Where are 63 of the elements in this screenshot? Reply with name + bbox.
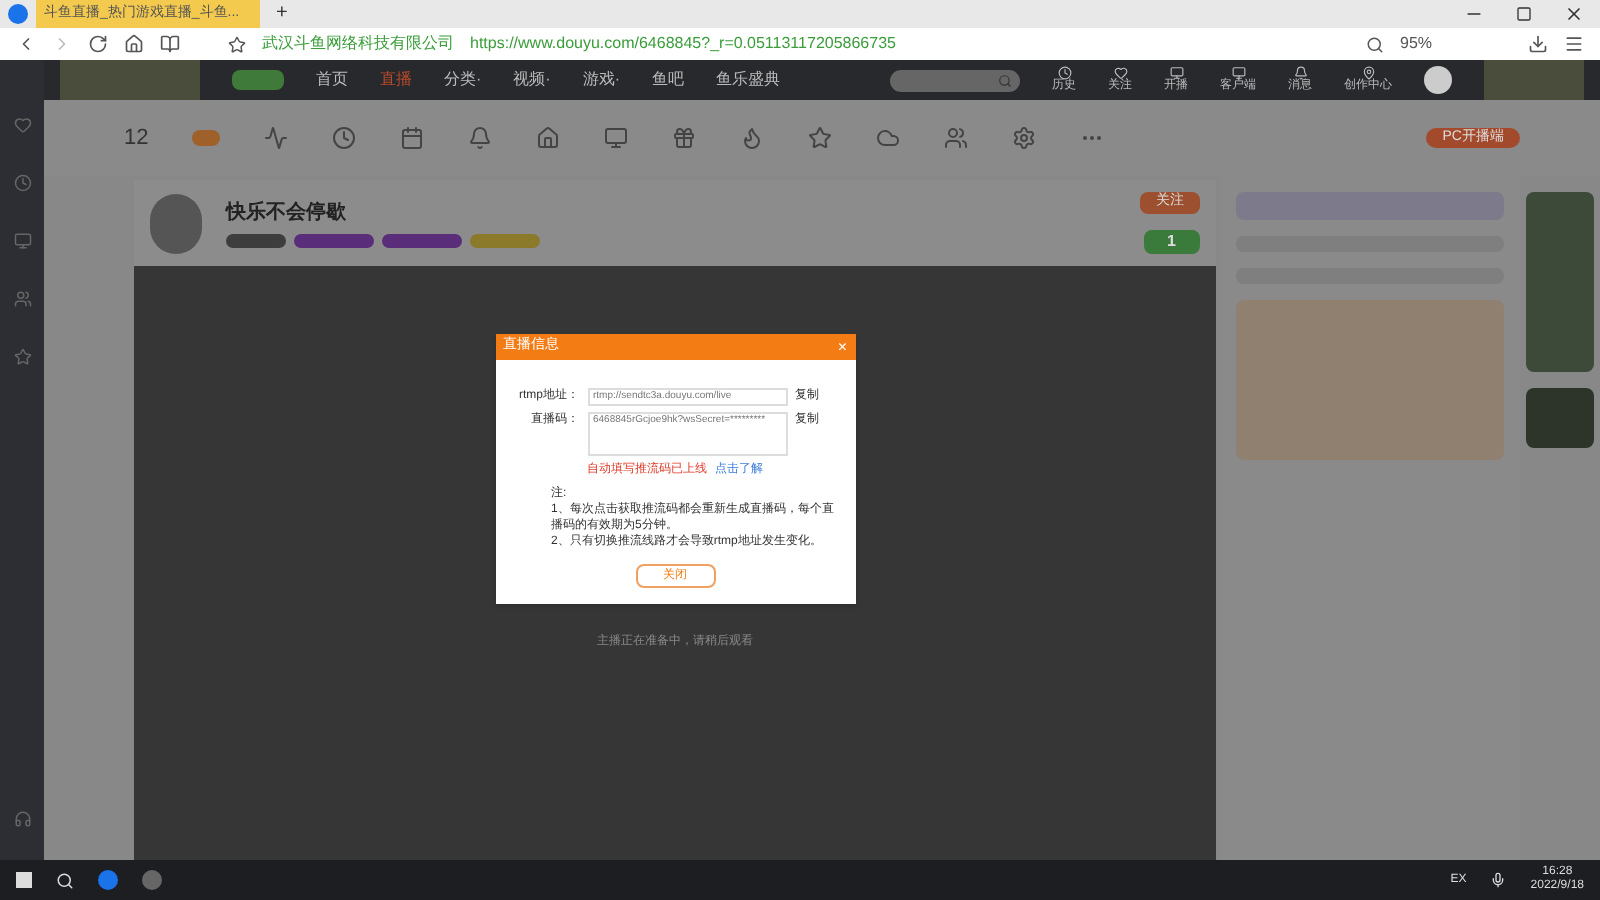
tag xyxy=(382,234,462,248)
bell-icon xyxy=(1293,66,1307,80)
tag xyxy=(226,234,286,248)
tool-icon[interactable] xyxy=(1012,126,1037,150)
microphone-icon[interactable] xyxy=(1490,872,1507,888)
nav-link[interactable]: 鱼乐盛典 xyxy=(716,68,781,92)
app-icon[interactable] xyxy=(142,870,162,890)
close-icon[interactable] xyxy=(1564,4,1584,24)
tag xyxy=(294,234,374,248)
download-icon[interactable] xyxy=(1528,34,1548,54)
nav-link[interactable]: 鱼吧 xyxy=(652,68,685,92)
headphones-icon[interactable] xyxy=(13,810,31,828)
search-field[interactable] xyxy=(890,69,1020,91)
nav-link[interactable]: 分类· xyxy=(444,68,482,92)
nav-link[interactable]: 游戏· xyxy=(582,68,621,92)
sidebar-icon[interactable] xyxy=(13,290,31,308)
start-icon[interactable] xyxy=(16,872,32,888)
home-icon[interactable] xyxy=(124,34,144,54)
tool-icon[interactable] xyxy=(468,126,493,150)
tag xyxy=(470,234,540,248)
heart-icon xyxy=(1113,66,1127,80)
address-field[interactable]: https://www.douyu.com/6468845?_r=0.05113117205866735 xyxy=(470,32,1350,56)
tool-icon[interactable] xyxy=(264,126,289,150)
monitor-icon xyxy=(1169,66,1183,80)
search-icon xyxy=(998,73,1012,87)
avatar xyxy=(150,193,202,253)
star-icon[interactable] xyxy=(228,35,246,53)
avatar[interactable] xyxy=(1424,66,1452,94)
book-icon[interactable] xyxy=(160,34,180,54)
banner-art xyxy=(1484,60,1584,100)
toggle-icon[interactable] xyxy=(192,130,221,146)
tool-icon[interactable] xyxy=(740,126,765,150)
tool-icon[interactable] xyxy=(604,126,629,150)
gift-count: 1 xyxy=(1143,229,1200,254)
tool-icon[interactable] xyxy=(332,126,357,150)
menu-icon[interactable] xyxy=(1564,34,1584,54)
tool-icon[interactable] xyxy=(672,126,697,150)
browser-logo-icon xyxy=(8,4,28,24)
maximize-icon[interactable] xyxy=(1516,6,1532,22)
zoom-level: 95% xyxy=(1400,32,1433,56)
monitor-icon xyxy=(1231,66,1245,80)
new-tab-icon[interactable]: + xyxy=(276,4,288,24)
sidebar-icon[interactable] xyxy=(13,232,31,250)
reload-icon[interactable] xyxy=(88,34,108,54)
clock-icon xyxy=(1057,66,1071,80)
site-owner: 武汉斗鱼网络科技有限公司 xyxy=(262,32,454,56)
tool-icon[interactable] xyxy=(808,126,833,150)
nav-link[interactable]: 首页 xyxy=(316,68,348,92)
sidebar-icon[interactable] xyxy=(13,174,31,192)
browser-app-icon[interactable] xyxy=(98,870,118,890)
banner-art xyxy=(60,60,200,100)
score: 12 xyxy=(124,123,149,154)
tool-icon[interactable] xyxy=(536,126,561,150)
sidebar-icon[interactable] xyxy=(13,348,31,366)
streamer-name: 快乐不会停歇 xyxy=(226,199,348,228)
tool-icon[interactable] xyxy=(876,126,901,150)
tool-icon[interactable] xyxy=(400,126,425,150)
pin-icon xyxy=(1361,66,1375,80)
nav-link[interactable]: 视频· xyxy=(513,68,551,92)
tool-icon[interactable] xyxy=(944,126,969,150)
ad-banner xyxy=(1526,388,1594,448)
search-icon[interactable] xyxy=(1366,35,1384,53)
sidebar-icon[interactable] xyxy=(13,116,31,134)
